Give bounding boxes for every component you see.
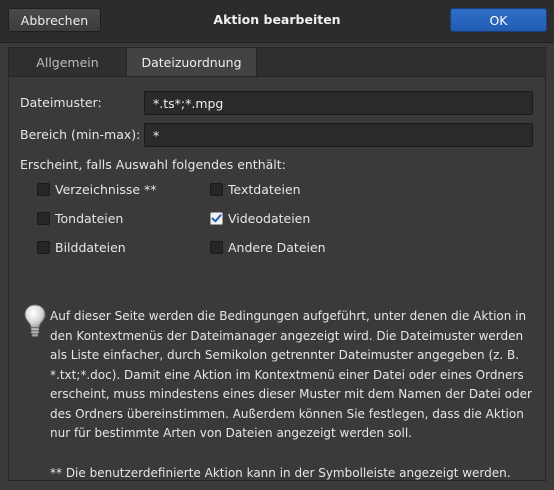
checkbox-box[interactable] xyxy=(37,212,50,225)
checkbox-label: Textdateien xyxy=(228,182,301,197)
range-input[interactable]: * xyxy=(144,123,533,147)
ok-button[interactable]: OK xyxy=(450,8,547,32)
checkbox-text-files[interactable]: Textdateien xyxy=(210,182,301,197)
appears-label: Erscheint, falls Auswahl folgendes enthä… xyxy=(20,157,286,172)
tab-bar: Allgemein Dateizuordnung xyxy=(9,48,545,77)
checkbox-box[interactable] xyxy=(210,212,223,225)
title-bar: Abbrechen Aktion bearbeiten OK xyxy=(0,0,554,43)
checkbox-directories[interactable]: Verzeichnisse ** xyxy=(37,182,157,197)
checkbox-video-files[interactable]: Videodateien xyxy=(210,211,310,226)
tab-file-association[interactable]: Dateizuordnung xyxy=(126,48,257,76)
checkmark-icon xyxy=(211,214,222,223)
checkbox-other-files[interactable]: Andere Dateien xyxy=(210,240,326,255)
range-label: Bereich (min-max): xyxy=(20,127,141,142)
pattern-input[interactable]: *.ts*;*.mpg xyxy=(144,91,533,115)
checkbox-label: Tondateien xyxy=(55,211,124,226)
checkbox-box[interactable] xyxy=(37,241,50,254)
checkbox-box[interactable] xyxy=(210,241,223,254)
tab-general[interactable]: Allgemein xyxy=(9,48,126,76)
checkbox-box[interactable] xyxy=(210,183,223,196)
cancel-button[interactable]: Abbrechen xyxy=(8,8,101,32)
checkbox-label: Verzeichnisse ** xyxy=(55,182,157,197)
checkbox-box[interactable] xyxy=(37,183,50,196)
checkbox-audio-files[interactable]: Tondateien xyxy=(37,211,123,226)
lightbulb-icon xyxy=(24,304,46,337)
checkbox-label: Videodateien xyxy=(228,211,311,226)
checkbox-label: Bilddateien xyxy=(55,240,126,255)
window-title: Aktion bearbeiten xyxy=(213,12,341,27)
help-paragraph: Auf dieser Seite werden die Bedingungen … xyxy=(50,309,532,440)
help-note: ** Die benutzerdefinierte Aktion kann in… xyxy=(50,465,511,480)
checkbox-label: Andere Dateien xyxy=(228,240,326,255)
checkbox-image-files[interactable]: Bilddateien xyxy=(37,240,126,255)
help-text: Auf dieser Seite werden die Bedingungen … xyxy=(50,307,540,483)
pattern-label: Dateimuster: xyxy=(20,95,102,110)
